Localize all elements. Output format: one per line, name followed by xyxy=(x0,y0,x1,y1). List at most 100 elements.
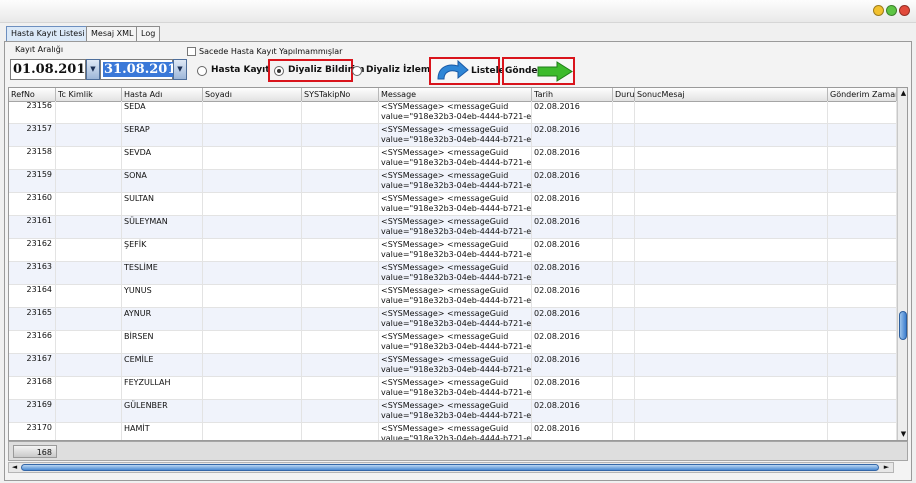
table-row[interactable]: 23156 SEDA <SYSMessage> <messageGuid value=… xyxy=(9,101,897,124)
cell-refno: 23170 xyxy=(9,423,56,440)
table-row[interactable]: 23168 FEYZULLAH <SYSMessage> <messageGuid v… xyxy=(9,377,897,400)
list-button-label: Listele xyxy=(471,66,505,76)
scroll-left-arrow-icon[interactable]: ◄ xyxy=(10,463,19,472)
cell-empty xyxy=(302,193,379,216)
radio-diyaliz-bildirim[interactable] xyxy=(274,66,284,76)
cell-empty xyxy=(56,400,122,423)
cell-hasta-adi: AYNUR xyxy=(122,308,203,331)
column-header-sonucmesaj[interactable]: SonucMesaj xyxy=(635,88,828,101)
maximize-button[interactable] xyxy=(886,5,897,16)
table-row[interactable]: 23169 GÜLENBER <SYSMessage> <messageGuid va… xyxy=(9,400,897,423)
date-from-dropdown[interactable]: ▼ xyxy=(86,59,100,80)
cell-empty xyxy=(56,170,122,193)
vertical-scrollbar[interactable]: ▲ ▼ xyxy=(897,88,907,440)
cell-empty xyxy=(635,101,828,124)
minimize-button[interactable] xyxy=(873,5,884,16)
grid-header: RefNo Tc Kimlik Hasta Adı Soyadı SYSTaki… xyxy=(9,88,897,102)
column-header-durum[interactable]: Durum xyxy=(613,88,635,101)
green-right-arrow-icon xyxy=(537,61,573,82)
cell-empty xyxy=(828,331,897,354)
cell-hasta-adi: HAMİT xyxy=(122,423,203,440)
table-row[interactable]: 23166 BİRSEN <SYSMessage> <messageGuid valu… xyxy=(9,331,897,354)
message-line-1: <SYSMessage> <messageGuid xyxy=(381,240,509,249)
cell-tarih: 02.08.2016 xyxy=(532,308,613,331)
message-line-1: <SYSMessage> <messageGuid xyxy=(381,309,509,318)
cell-empty xyxy=(635,193,828,216)
tab-hasta-kayit-listesi[interactable]: Hasta Kayıt Listesi xyxy=(6,26,90,41)
unregistered-checkbox-label: Sacede Hasta Kayıt Yapılmammışlar xyxy=(199,47,343,56)
cell-empty xyxy=(302,354,379,377)
table-row[interactable]: 23165 AYNUR <SYSMessage> <messageGuid value… xyxy=(9,308,897,331)
cell-refno: 23167 xyxy=(9,354,56,377)
date-to-input[interactable]: 31.08.2016 xyxy=(100,59,187,80)
cell-empty xyxy=(635,170,828,193)
cell-hasta-adi: FEYZULLAH xyxy=(122,377,203,400)
cell-empty xyxy=(635,124,828,147)
cell-refno: 23166 xyxy=(9,331,56,354)
message-line-2: value="918e32b3-04eb-4444-b721-e979f xyxy=(381,227,532,236)
cell-empty xyxy=(613,101,635,124)
date-from-input[interactable]: 01.08.2016 xyxy=(10,59,94,80)
cell-empty xyxy=(203,331,302,354)
radio-diyaliz-izlem[interactable] xyxy=(352,66,362,76)
cell-hasta-adi: ŞEFİK xyxy=(122,239,203,262)
send-button[interactable]: Gönder xyxy=(502,57,575,85)
cell-message: <SYSMessage> <messageGuid value="918e32b3… xyxy=(379,354,532,377)
cell-empty xyxy=(828,101,897,124)
cell-empty xyxy=(56,101,122,124)
scroll-down-arrow-icon[interactable]: ▼ xyxy=(898,429,907,440)
column-header-gonderim-zamani[interactable]: Gönderim Zamanı xyxy=(828,88,897,101)
table-row[interactable]: 23170 HAMİT <SYSMessage> <messageGuid value… xyxy=(9,423,897,440)
cell-empty xyxy=(828,147,897,170)
date-range-label: Kayıt Aralığı xyxy=(15,45,64,54)
column-header-message[interactable]: Message xyxy=(379,88,532,101)
message-line-1: <SYSMessage> <messageGuid xyxy=(381,332,509,341)
cell-empty xyxy=(56,124,122,147)
column-header-tc-kimlik[interactable]: Tc Kimlik xyxy=(56,88,122,101)
cell-message: <SYSMessage> <messageGuid value="918e32b3… xyxy=(379,262,532,285)
cell-empty xyxy=(203,193,302,216)
column-header-refno[interactable]: RefNo xyxy=(9,88,56,101)
radio-hasta-kayit[interactable] xyxy=(197,66,207,76)
cell-empty xyxy=(613,170,635,193)
cell-empty xyxy=(203,216,302,239)
scroll-up-arrow-icon[interactable]: ▲ xyxy=(898,88,907,99)
cell-refno: 23161 xyxy=(9,216,56,239)
table-row[interactable]: 23163 TESLİME <SYSMessage> <messageGuid val… xyxy=(9,262,897,285)
column-header-soyadi[interactable]: Soyadı xyxy=(203,88,302,101)
list-button[interactable]: Listele xyxy=(429,57,505,85)
table-row[interactable]: 23164 YUNUS <SYSMessage> <messageGuid value… xyxy=(9,285,897,308)
message-line-2: value="918e32b3-04eb-4444-b721-e979f xyxy=(381,365,532,374)
horizontal-scrollbar[interactable]: ◄ ► xyxy=(8,462,894,473)
table-row[interactable]: 23167 CEMİLE <SYSMessage> <messageGuid valu… xyxy=(9,354,897,377)
column-header-hasta-adi[interactable]: Hasta Adı xyxy=(122,88,203,101)
table-row[interactable]: 23161 SÜLEYMAN <SYSMessage> <messageGuid va… xyxy=(9,216,897,239)
tab-log[interactable]: Log xyxy=(136,26,161,41)
horizontal-scroll-thumb[interactable] xyxy=(21,464,879,471)
message-line-1: <SYSMessage> <messageGuid xyxy=(381,194,509,203)
cell-message: <SYSMessage> <messageGuid value="918e32b3… xyxy=(379,331,532,354)
message-line-1: <SYSMessage> <messageGuid xyxy=(381,355,509,364)
table-row[interactable]: 23160 SULTAN <SYSMessage> <messageGuid valu… xyxy=(9,193,897,216)
close-button[interactable] xyxy=(899,5,910,16)
cell-tarih: 02.08.2016 xyxy=(532,239,613,262)
cell-empty xyxy=(635,262,828,285)
unregistered-checkbox[interactable] xyxy=(187,47,196,56)
message-line-2: value="918e32b3-04eb-4444-b721-e979f xyxy=(381,204,532,213)
cell-empty xyxy=(828,239,897,262)
date-to-dropdown[interactable]: ▼ xyxy=(173,59,187,80)
cell-hasta-adi: TESLİME xyxy=(122,262,203,285)
table-row[interactable]: 23158 SEVDA <SYSMessage> <messageGuid value… xyxy=(9,147,897,170)
cell-empty xyxy=(302,262,379,285)
vertical-scroll-thumb[interactable] xyxy=(899,311,907,340)
table-row[interactable]: 23162 ŞEFİK <SYSMessage> <messageGuid value… xyxy=(9,239,897,262)
cell-empty xyxy=(613,285,635,308)
table-row[interactable]: 23157 SERAP <SYSMessage> <messageGuid value… xyxy=(9,124,897,147)
message-line-2: value="918e32b3-04eb-4444-b721-e979f xyxy=(381,273,532,282)
column-header-tarih[interactable]: Tarih xyxy=(532,88,613,101)
scroll-right-arrow-icon[interactable]: ► xyxy=(882,463,891,472)
column-header-systakipno[interactable]: SYSTakipNo xyxy=(302,88,379,101)
table-row[interactable]: 23159 SONA <SYSMessage> <messageGuid value=… xyxy=(9,170,897,193)
tab-mesaj-xml[interactable]: Mesaj XML xyxy=(86,26,139,41)
cell-empty xyxy=(56,216,122,239)
